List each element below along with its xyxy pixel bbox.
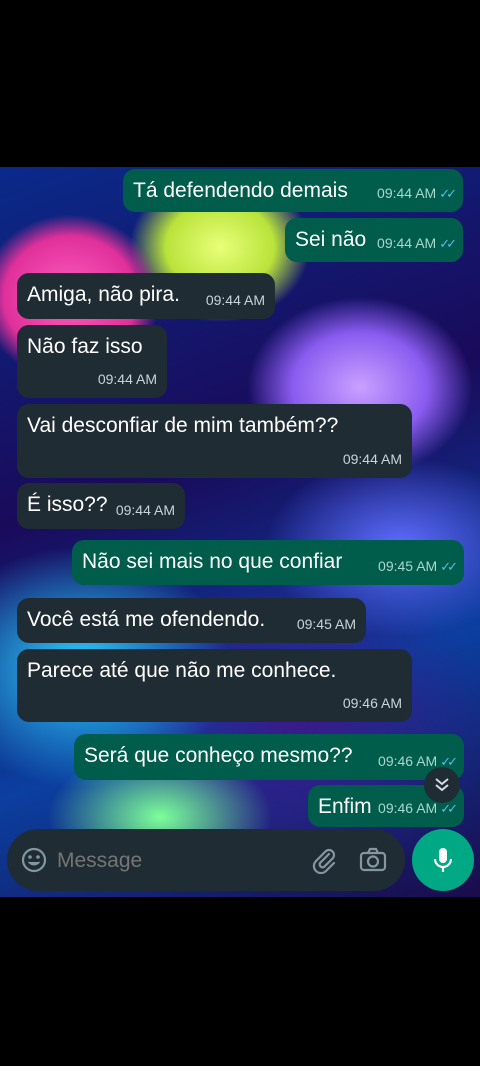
message-time: 09:44 AM bbox=[205, 292, 265, 308]
message-time: 09:44 AM bbox=[115, 502, 175, 518]
message-text: Não faz isso bbox=[27, 335, 143, 358]
message-bubble-incoming[interactable]: Amiga, não pira. 09:44 AM bbox=[17, 273, 275, 319]
double-check-icon: ✓✓ bbox=[440, 559, 458, 574]
message-meta: 09:44 AM ✓✓ bbox=[377, 181, 457, 206]
message-text: Não sei mais no que confiar bbox=[82, 550, 343, 573]
double-chevron-down-icon bbox=[435, 778, 449, 792]
voice-message-button[interactable] bbox=[412, 829, 474, 891]
message-text: Você está me ofendendo. bbox=[27, 608, 266, 631]
message-bubble-incoming[interactable]: Parece até que não me conhece. 09:46 AM bbox=[17, 649, 412, 722]
message-input[interactable] bbox=[55, 843, 299, 879]
emoji-icon[interactable] bbox=[21, 847, 47, 873]
message-bubble-outgoing[interactable]: Não sei mais no que confiar 09:45 AM ✓✓ bbox=[72, 540, 464, 585]
message-meta: 09:45 AM ✓✓ bbox=[378, 554, 458, 579]
message-bubble-incoming[interactable]: Você está me ofendendo. 09:45 AM bbox=[17, 598, 366, 643]
message-time: 09:45 AM bbox=[296, 616, 356, 632]
message-text: Vai desconfiar de mim também?? bbox=[27, 414, 339, 437]
message-meta: 09:44 AM ✓✓ bbox=[377, 231, 457, 256]
message-text: Enfim bbox=[318, 795, 372, 818]
message-time: 09:44 AM bbox=[377, 185, 437, 201]
message-bubble-incoming[interactable]: É isso?? 09:44 AM bbox=[17, 483, 185, 529]
double-check-icon: ✓✓ bbox=[439, 236, 457, 251]
message-text: É isso?? bbox=[27, 493, 108, 516]
message-time: 09:45 AM bbox=[378, 558, 438, 574]
message-bubble-outgoing[interactable]: Tá defendendo demais 09:44 AM ✓✓ bbox=[123, 169, 463, 212]
mic-icon bbox=[433, 848, 453, 872]
double-check-icon: ✓✓ bbox=[440, 801, 458, 816]
message-time: 09:44 AM bbox=[342, 451, 402, 467]
message-time: 09:46 AM bbox=[342, 695, 402, 711]
message-text: Sei não bbox=[295, 228, 367, 251]
message-time: 09:44 AM bbox=[377, 235, 437, 251]
message-text: Será que conheço mesmo?? bbox=[84, 744, 353, 767]
paperclip-icon[interactable] bbox=[310, 846, 338, 874]
message-text: Parece até que não me conhece. bbox=[27, 659, 337, 682]
message-bubble-outgoing[interactable]: Sei não 09:44 AM ✓✓ bbox=[285, 218, 463, 262]
message-text: Amiga, não pira. bbox=[27, 283, 180, 306]
message-text: Tá defendendo demais bbox=[133, 179, 348, 202]
message-time: 09:44 AM bbox=[97, 371, 157, 387]
scroll-to-bottom-button[interactable] bbox=[424, 767, 460, 803]
message-bubble-incoming[interactable]: Não faz isso 09:44 AM bbox=[17, 325, 167, 398]
camera-icon[interactable] bbox=[359, 847, 387, 873]
double-check-icon: ✓✓ bbox=[439, 186, 457, 201]
message-composer bbox=[7, 829, 405, 891]
message-bubble-incoming[interactable]: Vai desconfiar de mim também?? 09:44 AM bbox=[17, 404, 412, 478]
message-bubble-outgoing[interactable]: Será que conheço mesmo?? 09:46 AM ✓✓ bbox=[74, 734, 464, 780]
